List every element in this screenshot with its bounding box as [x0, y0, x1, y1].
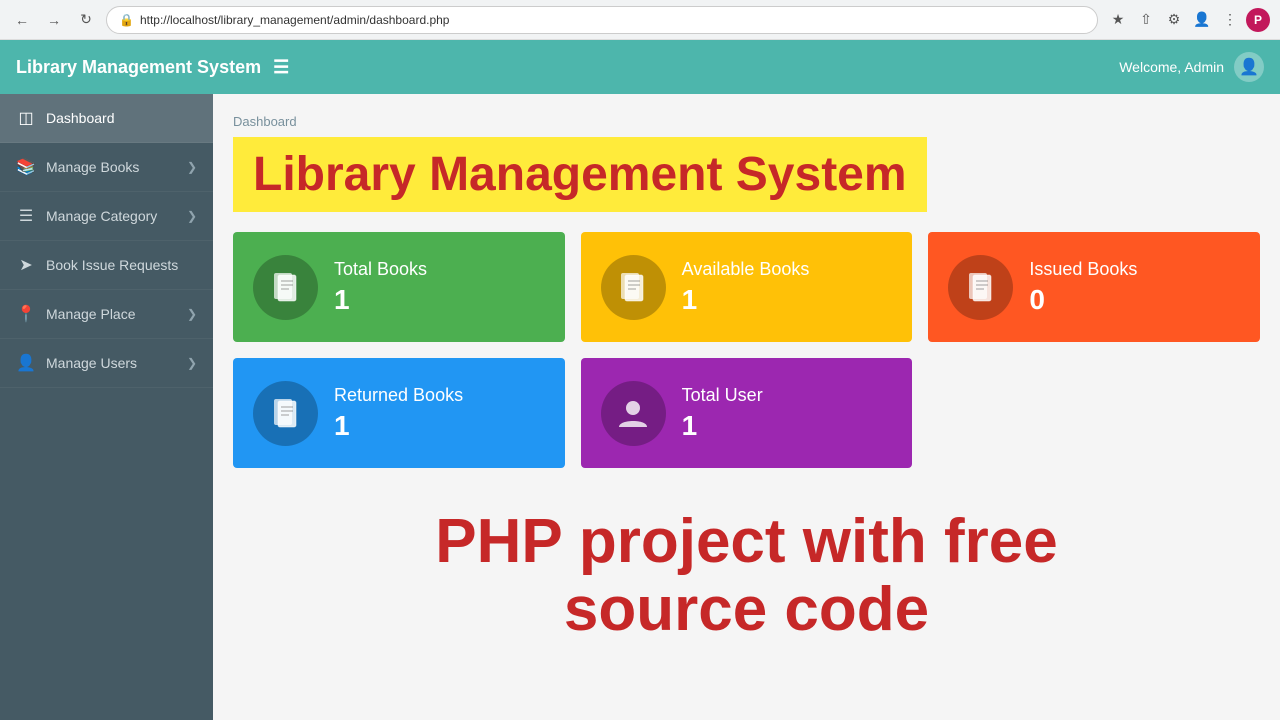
- title-bar: Library Management System: [233, 137, 927, 212]
- available-books-icon: [601, 255, 666, 320]
- returned-books-value: 1: [334, 410, 463, 442]
- stats-grid-row2: Returned Books 1 Total User 1: [233, 358, 1260, 468]
- breadcrumb: Dashboard: [233, 114, 1260, 129]
- dashboard-icon: ◫: [16, 108, 36, 128]
- forward-button[interactable]: →: [42, 8, 66, 32]
- menu-icon[interactable]: ⋮: [1218, 8, 1242, 32]
- user-avatar-icon[interactable]: 👤: [1234, 52, 1264, 82]
- chevron-right-icon-category: ❯: [187, 209, 197, 223]
- breadcrumb-text: Dashboard: [233, 114, 297, 129]
- browser-chrome: ← → ↻ 🔒 http://localhost/library_managem…: [0, 0, 1280, 40]
- sidebar-label-manage-users: Manage Users: [46, 355, 137, 371]
- stat-card-returned-books: Returned Books 1: [233, 358, 565, 468]
- sidebar-label-manage-place: Manage Place: [46, 306, 136, 322]
- total-books-label: Total Books: [334, 259, 427, 280]
- place-icon: 📍: [16, 304, 36, 324]
- browser-actions: ★ ⇧ ⚙ 👤 ⋮ P: [1106, 8, 1270, 32]
- total-books-icon: [253, 255, 318, 320]
- users-icon: 👤: [16, 353, 36, 373]
- books-icon: 📚: [16, 157, 36, 177]
- issued-books-value: 0: [1029, 284, 1137, 316]
- php-text-line1: PHP project with free: [233, 508, 1260, 576]
- returned-books-icon: [253, 381, 318, 446]
- navbar-right: Welcome, Admin 👤: [1119, 52, 1264, 82]
- sidebar-item-manage-place-left: 📍 Manage Place: [16, 304, 136, 324]
- sidebar-item-manage-users-left: 👤 Manage Users: [16, 353, 137, 373]
- stat-card-available-books: Available Books 1: [581, 232, 913, 342]
- stats-empty-cell: [928, 358, 1260, 468]
- lock-icon: 🔒: [119, 13, 134, 27]
- sidebar-label-book-issue: Book Issue Requests: [46, 257, 178, 273]
- sidebar: ◫ Dashboard 📚 Manage Books ❯ ☰ Manage Ca…: [0, 94, 213, 720]
- total-user-text: Total User 1: [682, 385, 763, 442]
- main-layout: ◫ Dashboard 📚 Manage Books ❯ ☰ Manage Ca…: [0, 94, 1280, 720]
- stats-grid-row1: Total Books 1: [233, 232, 1260, 342]
- sidebar-item-dashboard-left: ◫ Dashboard: [16, 108, 115, 128]
- sidebar-item-manage-category[interactable]: ☰ Manage Category ❯: [0, 192, 213, 241]
- sidebar-item-manage-category-left: ☰ Manage Category: [16, 206, 157, 226]
- sidebar-item-dashboard[interactable]: ◫ Dashboard: [0, 94, 213, 143]
- total-books-text: Total Books 1: [334, 259, 427, 316]
- chevron-right-icon: ❯: [187, 160, 197, 174]
- navbar-brand: Library Management System ☰: [16, 57, 289, 78]
- sidebar-label-manage-books: Manage Books: [46, 159, 139, 175]
- sidebar-label-manage-category: Manage Category: [46, 208, 157, 224]
- chevron-right-icon-place: ❯: [187, 307, 197, 321]
- returned-books-label: Returned Books: [334, 385, 463, 406]
- total-user-label: Total User: [682, 385, 763, 406]
- welcome-text: Welcome, Admin: [1119, 59, 1224, 75]
- total-books-value: 1: [334, 284, 427, 316]
- back-button[interactable]: ←: [10, 8, 34, 32]
- top-navbar: Library Management System ☰ Welcome, Adm…: [0, 40, 1280, 94]
- returned-books-text: Returned Books 1: [334, 385, 463, 442]
- sidebar-item-manage-books-left: 📚 Manage Books: [16, 157, 139, 177]
- url-text: http://localhost/library_management/admi…: [140, 13, 450, 27]
- stat-card-issued-books: Issued Books 0: [928, 232, 1260, 342]
- brand-title: Library Management System: [16, 57, 261, 78]
- sidebar-item-book-issue-left: ➤ Book Issue Requests: [16, 255, 178, 275]
- profile-icon[interactable]: 👤: [1190, 8, 1214, 32]
- total-user-value: 1: [682, 410, 763, 442]
- url-bar[interactable]: 🔒 http://localhost/library_management/ad…: [106, 6, 1098, 34]
- page-title: Library Management System: [253, 147, 907, 202]
- sidebar-item-book-issue-requests[interactable]: ➤ Book Issue Requests: [0, 241, 213, 290]
- share-icon[interactable]: ⇧: [1134, 8, 1158, 32]
- sidebar-item-manage-place[interactable]: 📍 Manage Place ❯: [0, 290, 213, 339]
- chevron-right-icon-users: ❯: [187, 356, 197, 370]
- bookmark-icon[interactable]: ★: [1106, 8, 1130, 32]
- php-footer-text: PHP project with free source code: [233, 488, 1260, 644]
- sidebar-item-manage-books[interactable]: 📚 Manage Books ❯: [0, 143, 213, 192]
- hamburger-icon[interactable]: ☰: [273, 57, 289, 78]
- sidebar-label-dashboard: Dashboard: [46, 110, 115, 126]
- php-text-line2: source code: [233, 576, 1260, 644]
- stat-card-total-user: Total User 1: [581, 358, 913, 468]
- user-profile-circle[interactable]: P: [1246, 8, 1270, 32]
- available-books-label: Available Books: [682, 259, 810, 280]
- available-books-value: 1: [682, 284, 810, 316]
- issued-books-icon: [948, 255, 1013, 320]
- issued-books-label: Issued Books: [1029, 259, 1137, 280]
- issued-books-text: Issued Books 0: [1029, 259, 1137, 316]
- category-icon: ☰: [16, 206, 36, 226]
- stat-card-total-books: Total Books 1: [233, 232, 565, 342]
- refresh-button[interactable]: ↻: [74, 8, 98, 32]
- issue-icon: ➤: [16, 255, 36, 275]
- sidebar-item-manage-users[interactable]: 👤 Manage Users ❯: [0, 339, 213, 388]
- total-user-icon: [601, 381, 666, 446]
- content-area: Dashboard Library Management System: [213, 94, 1280, 720]
- extensions-icon[interactable]: ⚙: [1162, 8, 1186, 32]
- app-container: Library Management System ☰ Welcome, Adm…: [0, 40, 1280, 720]
- available-books-text: Available Books 1: [682, 259, 810, 316]
